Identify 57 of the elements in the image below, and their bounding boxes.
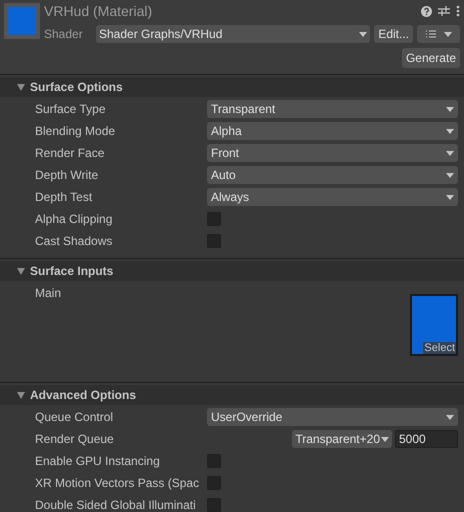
property-label: Depth Test	[35, 189, 94, 206]
property-label: XR Motion Vectors Pass (Spac	[35, 475, 200, 492]
dropdown[interactable]: UserOverride	[207, 408, 458, 426]
section-header[interactable]: Surface Inputs	[0, 261, 464, 281]
property-label: Render Queue	[35, 431, 115, 448]
caret-icon	[381, 436, 389, 442]
property-label: Cast Shadows	[35, 233, 114, 250]
property-label: Render Face	[35, 145, 106, 162]
caret-icon	[446, 172, 454, 178]
caret-icon	[359, 32, 368, 36]
options-dropdown[interactable]	[417, 25, 460, 43]
property-label: Blending Mode	[35, 123, 116, 140]
select-button[interactable]: Select	[423, 342, 456, 354]
sliders-icon[interactable]	[438, 5, 450, 17]
property-label: Alpha Clipping	[35, 211, 114, 228]
foldout-icon	[17, 84, 25, 90]
property-label: Queue Control	[35, 409, 114, 426]
dropdown[interactable]: Transparent	[207, 100, 458, 118]
caret-icon	[446, 128, 454, 134]
caret-icon	[446, 414, 454, 420]
more-icon[interactable]	[456, 5, 460, 17]
foldout-icon	[17, 268, 25, 274]
window-title: VRHud (Material)	[44, 2, 152, 21]
checkbox[interactable]	[207, 234, 221, 248]
shader-label: Shader	[44, 26, 84, 43]
caret-icon	[446, 106, 454, 112]
section-header[interactable]: Advanced Options	[0, 385, 464, 405]
section-title: Surface Inputs	[30, 263, 114, 280]
edit-button[interactable]: Edit...	[374, 25, 413, 43]
property-label: Depth Write	[35, 167, 100, 184]
texture-slot[interactable]: Select	[412, 296, 456, 354]
dropdown[interactable]: Front	[207, 144, 458, 162]
caret-icon	[444, 32, 452, 36]
checkbox[interactable]	[207, 454, 221, 468]
caret-icon	[446, 150, 454, 156]
dropdown[interactable]: Always	[207, 188, 458, 206]
queue-dropdown[interactable]: Transparent+20	[292, 430, 392, 448]
property-label: Main	[35, 285, 62, 302]
shader-dropdown[interactable]: Shader Graphs/VRHud	[96, 25, 370, 43]
property-label: Double Sided Global Illuminati	[35, 497, 197, 512]
material-preview	[8, 7, 36, 35]
section-title: Advanced Options	[30, 387, 136, 404]
list-icon	[426, 30, 436, 38]
checkbox[interactable]	[207, 212, 221, 226]
help-icon[interactable]	[421, 6, 432, 16]
checkbox[interactable]	[207, 476, 221, 490]
dropdown[interactable]: Auto	[207, 166, 458, 184]
queue-field[interactable]: 5000	[395, 430, 458, 448]
checkbox[interactable]	[207, 498, 221, 512]
property-label: Enable GPU Instancing	[35, 453, 161, 470]
caret-icon	[446, 194, 454, 200]
generate-button[interactable]: Generate	[402, 48, 460, 68]
section-header[interactable]: Surface Options	[0, 77, 464, 97]
section-title: Surface Options	[30, 79, 123, 96]
dropdown[interactable]: Alpha	[207, 122, 458, 140]
foldout-icon	[17, 392, 25, 398]
property-label: Surface Type	[35, 101, 106, 118]
